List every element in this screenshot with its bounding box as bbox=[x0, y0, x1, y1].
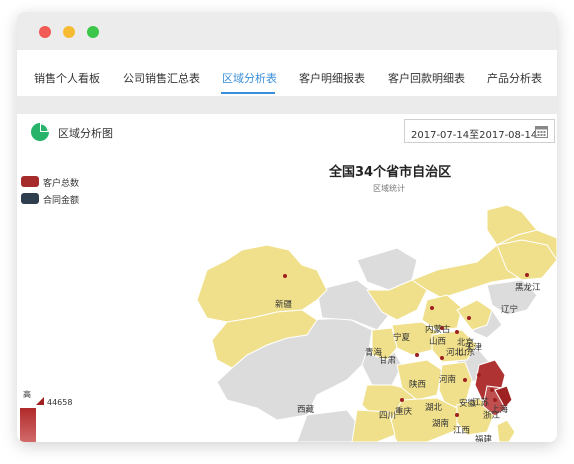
province-label: 湖南 bbox=[432, 418, 449, 429]
province-label: 四川 bbox=[379, 411, 396, 421]
province-label: 湖北 bbox=[425, 403, 443, 413]
province-label: 福建 bbox=[475, 434, 493, 442]
tab-customer-detail[interactable]: 客户明细报表 bbox=[299, 70, 365, 86]
marker-dot bbox=[283, 274, 287, 278]
tab-product-analysis[interactable]: 产品分析表 bbox=[487, 70, 542, 86]
province-region bbox=[496, 419, 516, 442]
pie-chart-icon bbox=[31, 123, 49, 141]
province-label: 浙江 bbox=[483, 410, 501, 421]
province-label: 河南 bbox=[439, 374, 456, 385]
province-label: 内蒙古 bbox=[425, 324, 451, 335]
legend-swatch bbox=[21, 193, 39, 204]
visual-map-max-value: 44658 bbox=[47, 398, 73, 407]
close-window-button[interactable] bbox=[39, 26, 51, 38]
province-label: 山东 bbox=[458, 347, 475, 358]
active-tab-indicator bbox=[221, 92, 275, 94]
calendar-icon[interactable] bbox=[535, 125, 548, 138]
marker-dot bbox=[525, 273, 529, 277]
province-label: 甘肃 bbox=[379, 355, 397, 366]
tab-region-analysis[interactable]: 区域分析表 bbox=[222, 70, 277, 86]
section-divider bbox=[17, 96, 557, 114]
province-label: 辽宁 bbox=[501, 304, 518, 315]
marker-dot bbox=[400, 398, 404, 402]
china-map: 新疆 西藏 青海 甘肃 宁夏 内蒙古 黑龙江 辽宁 北京 天津 山西 河北 山东… bbox=[196, 204, 557, 442]
province-region bbox=[456, 299, 493, 331]
map-area: 新疆 西藏 青海 甘肃 宁夏 内蒙古 黑龙江 辽宁 北京 天津 山西 河北 山东… bbox=[17, 150, 557, 442]
province-label: 江苏 bbox=[472, 397, 490, 408]
marker-dot bbox=[477, 373, 481, 377]
panel-header: 区域分析图 2017-07-14至2017-08-14 bbox=[17, 114, 557, 151]
panel-title: 区域分析图 bbox=[58, 127, 113, 140]
marker-dot bbox=[467, 316, 471, 320]
province-region bbox=[196, 244, 328, 323]
date-range-value: 2017-07-14至2017-08-14 bbox=[411, 130, 538, 141]
marker-dot bbox=[463, 378, 467, 382]
province-label: 新疆 bbox=[275, 299, 293, 310]
province-label: 山西 bbox=[429, 336, 446, 347]
marker-dot bbox=[455, 413, 459, 417]
legend-label: 客户总数 bbox=[43, 179, 80, 189]
province-label: 黑龙江 bbox=[515, 282, 541, 293]
marker-dot bbox=[455, 330, 459, 334]
legend-label: 合同金额 bbox=[43, 196, 80, 206]
province-label: 江西 bbox=[453, 426, 470, 436]
marker-dot bbox=[430, 306, 434, 310]
maximize-window-button[interactable] bbox=[87, 26, 99, 38]
tab-sales-personal[interactable]: 销售个人看板 bbox=[34, 70, 100, 86]
date-range-picker[interactable]: 2017-07-14至2017-08-14 bbox=[404, 119, 555, 143]
marker-dot bbox=[493, 398, 497, 402]
marker-dot bbox=[415, 353, 419, 357]
minimize-window-button[interactable] bbox=[63, 26, 75, 38]
map-subtitle: 区域统计 bbox=[373, 184, 405, 193]
province-label: 宁夏 bbox=[393, 332, 411, 343]
map-title: 全国34个省市自治区 bbox=[329, 165, 452, 180]
province-label: 陕西 bbox=[409, 379, 426, 390]
app-window: 销售个人看板 公司销售汇总表 区域分析表 客户明细报表 客户回款明细表 产品分析… bbox=[17, 12, 557, 442]
visual-map-handle[interactable] bbox=[36, 397, 44, 405]
marker-dot bbox=[440, 356, 444, 360]
visual-map-gradient-bar[interactable] bbox=[20, 408, 36, 442]
legend-swatch bbox=[21, 176, 39, 187]
province-label: 西藏 bbox=[297, 404, 315, 415]
marker-dot bbox=[490, 388, 494, 392]
visual-map-high-label: 高 bbox=[23, 390, 31, 399]
report-tabs: 销售个人看板 公司销售汇总表 区域分析表 客户明细报表 客户回款明细表 产品分析… bbox=[17, 50, 557, 97]
tab-customer-payment-detail[interactable]: 客户回款明细表 bbox=[388, 70, 465, 86]
tab-company-sales-summary[interactable]: 公司销售汇总表 bbox=[123, 70, 200, 86]
province-label: 重庆 bbox=[395, 406, 413, 417]
title-bar bbox=[17, 12, 557, 50]
